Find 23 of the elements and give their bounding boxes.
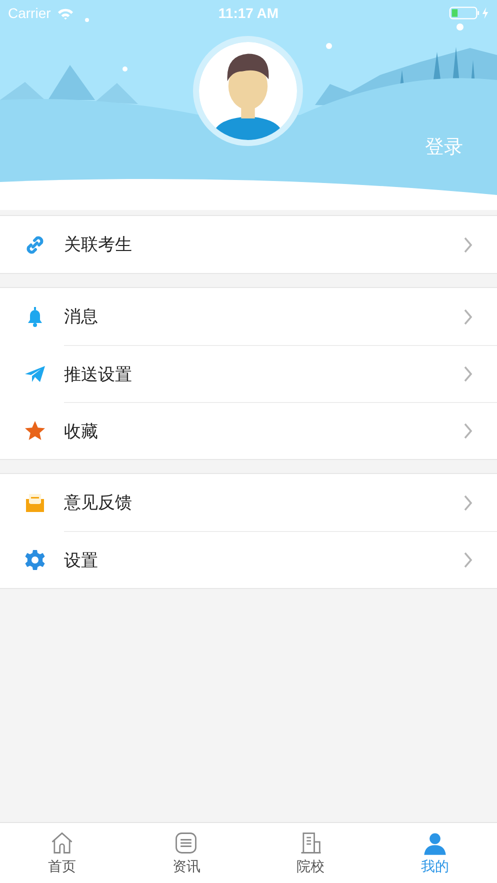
- menu-item[interactable]: 意见反馈: [0, 474, 497, 531]
- carrier-name: Carrier: [8, 5, 51, 21]
- wifi-icon: [56, 6, 74, 20]
- list-icon: [173, 830, 200, 856]
- status-time: 11:17 AM: [217, 5, 280, 21]
- chevron-icon: [463, 423, 473, 439]
- tab-item[interactable]: 院校: [248, 823, 373, 883]
- menu-item[interactable]: 消息: [0, 288, 497, 345]
- menu-item[interactable]: 推送设置: [0, 345, 497, 402]
- avatar-icon: [199, 42, 297, 140]
- menu-item[interactable]: 收藏: [0, 402, 497, 459]
- chevron-icon: [463, 236, 473, 252]
- menu-item[interactable]: 关联考生: [0, 216, 497, 273]
- tab-item[interactable]: 首页: [0, 823, 124, 883]
- tab-item[interactable]: 资讯: [124, 823, 248, 883]
- menu-item[interactable]: 设置: [0, 531, 497, 588]
- chevron-icon: [463, 494, 473, 510]
- chevron-icon: [463, 552, 473, 568]
- chevron-icon: [463, 308, 473, 324]
- gear-icon: [23, 548, 47, 572]
- star-icon: [23, 418, 47, 442]
- chevron-icon: [463, 366, 473, 382]
- battery-icon: [449, 6, 491, 20]
